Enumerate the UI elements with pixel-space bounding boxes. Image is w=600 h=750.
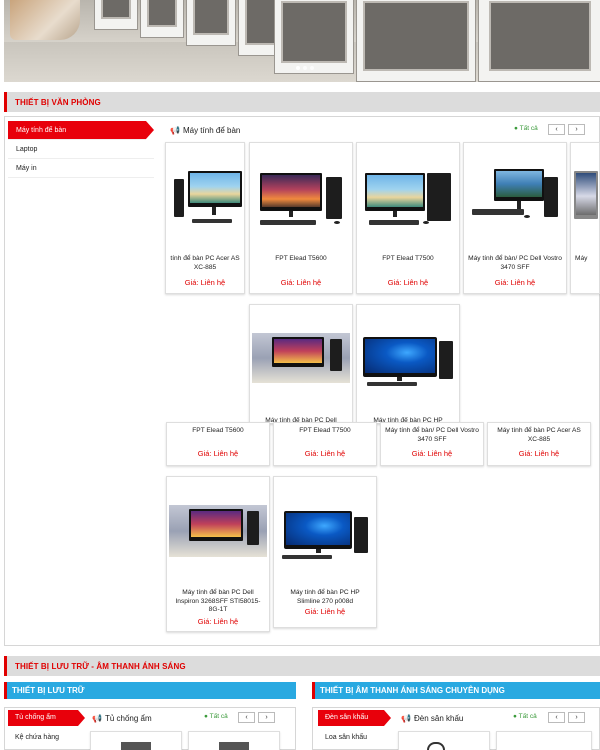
product-card[interactable]: FPT Elead T5600 Giá: Liên hệ: [249, 142, 353, 294]
megaphone-icon: 📢: [401, 714, 411, 723]
av-heading-bar: THIẾT BỊ ÂM THANH ÁNH SÁNG CHUYÊN DỤNG: [312, 682, 600, 699]
slider-dot[interactable]: [296, 66, 300, 70]
see-all-link[interactable]: ● Tất cả: [514, 125, 538, 132]
category-stage-light[interactable]: Đèn sân khấu: [318, 710, 391, 726]
product-card-overlay[interactable]: Máy tính để bàn PC HP: [356, 304, 460, 424]
desktop-pc-image: [274, 477, 376, 585]
product-card[interactable]: Máy tính để bàn PC Dell Inspiron 3268SFF…: [166, 476, 270, 632]
product-card-overlay[interactable]: Máy tính để bàn PC Dell: [249, 304, 353, 424]
product-card[interactable]: [188, 731, 280, 750]
prev-button[interactable]: ‹: [548, 712, 565, 723]
prev-button[interactable]: ‹: [238, 712, 255, 723]
category-dehumidifier-cabinet[interactable]: Tủ chống ẩm: [8, 710, 85, 726]
product-card[interactable]: Máy tính để bàn PC Acer AS XC-885 Giá: L…: [487, 422, 591, 466]
product-image: [121, 742, 151, 750]
stage-light-image: [427, 742, 445, 750]
product-card[interactable]: Máy tính để bàn PC HP Slimline 270 p008d…: [273, 476, 377, 628]
next-button[interactable]: ›: [258, 712, 275, 723]
product-card[interactable]: FPT Elead T7500 Giá: Liên hệ: [273, 422, 377, 466]
product-card[interactable]: [496, 731, 592, 750]
product-card[interactable]: FPT Elead T5600 Giá: Liên hệ: [166, 422, 270, 466]
slider-dot[interactable]: [303, 66, 307, 70]
section-title: THIẾT BỊ LƯU TRỮ - ÂM THANH ÁNH SÁNG: [15, 662, 186, 671]
see-all-link[interactable]: ● Tất cả: [513, 713, 537, 720]
storage-subheading: 📢 Tủ chống ẩm: [92, 714, 152, 723]
desktop-pc-image: [464, 143, 566, 251]
next-button[interactable]: ›: [568, 124, 585, 135]
prev-button[interactable]: ‹: [548, 124, 565, 135]
product-card[interactable]: [90, 731, 182, 750]
office-subheading: 📢 Máy tính để bàn: [170, 126, 241, 135]
product-card[interactable]: [398, 731, 490, 750]
product-image: [219, 742, 249, 750]
desktop-pc-image: [166, 143, 244, 251]
desktop-pc-image: [357, 305, 459, 413]
desktop-pc-image: [571, 143, 599, 251]
av-title: THIẾT BỊ ÂM THANH ÁNH SÁNG CHUYÊN DỤNG: [320, 686, 505, 695]
hero-cabinet: [186, 0, 236, 46]
av-subheading: 📢 Đèn sân khấu: [401, 714, 464, 723]
category-storage-rack[interactable]: Kệ chứa hàng: [15, 734, 59, 741]
product-card[interactable]: Máy: [570, 142, 600, 294]
storage-heading-bar: THIẾT BỊ LƯU TRỮ: [4, 682, 296, 699]
desktop-pc-image: [357, 143, 459, 251]
category-printer[interactable]: Máy in: [8, 159, 154, 178]
desktop-pc-image: [250, 305, 352, 413]
storage-title: THIẾT BỊ LƯU TRỮ: [12, 686, 85, 695]
office-category-list: Máy tính để bàn Laptop Máy in: [8, 121, 154, 178]
next-button[interactable]: ›: [568, 712, 585, 723]
slider-dot[interactable]: [310, 66, 314, 70]
slider-dots[interactable]: [296, 66, 314, 70]
hero-cabinet: [274, 0, 354, 74]
hero-cabinet: [140, 0, 184, 38]
category-desktop[interactable]: Máy tính để bàn: [8, 121, 154, 140]
product-card[interactable]: FPT Elead T7500 Giá: Liên hệ: [356, 142, 460, 294]
product-card[interactable]: Máy tính để bàn/ PC Dell Vostro 3470 SFF…: [463, 142, 567, 294]
hero-person-image: [10, 0, 80, 40]
see-all-link[interactable]: ● Tất cả: [204, 713, 228, 720]
hero-banner[interactable]: [4, 0, 600, 82]
megaphone-icon: 📢: [92, 714, 102, 723]
category-stage-speaker[interactable]: Loa sân khấu: [325, 734, 367, 741]
hero-cabinet: [478, 0, 600, 82]
hero-cabinet: [356, 0, 476, 82]
section-office-bar: THIẾT BỊ VĂN PHÒNG: [4, 92, 600, 112]
section-title: THIẾT BỊ VĂN PHÒNG: [15, 98, 101, 107]
product-card[interactable]: Máy tính để bàn/ PC Dell Vostro 3470 SFF…: [380, 422, 484, 466]
megaphone-icon: 📢: [170, 126, 180, 135]
hero-cabinet: [94, 0, 138, 30]
section-storage-av-bar: THIẾT BỊ LƯU TRỮ - ÂM THANH ÁNH SÁNG: [4, 656, 600, 676]
desktop-pc-image: [167, 477, 269, 585]
category-laptop[interactable]: Laptop: [8, 140, 154, 159]
desktop-pc-image: [250, 143, 352, 251]
product-card[interactable]: tính để bàn PC Acer AS XC-885 Giá: Liên …: [165, 142, 245, 294]
